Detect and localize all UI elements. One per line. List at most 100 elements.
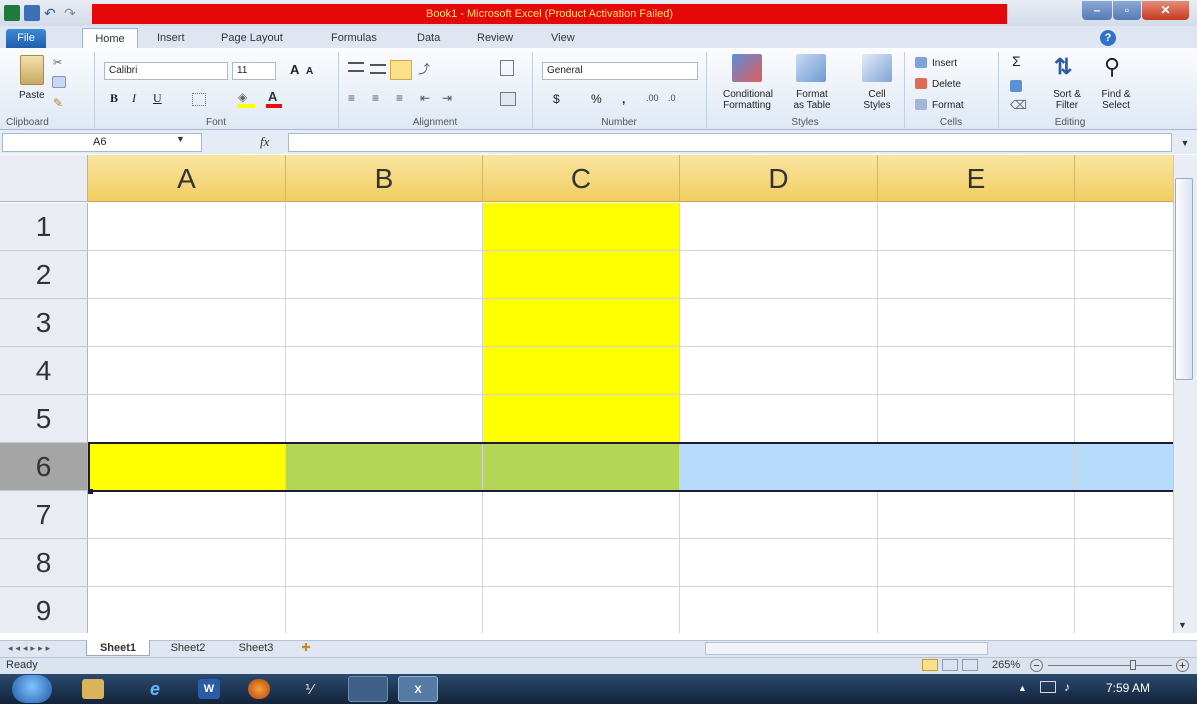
tab-home[interactable]: Home (82, 28, 138, 48)
paste-button-label[interactable]: Paste (19, 90, 45, 101)
cell-a5[interactable] (88, 395, 286, 443)
network-icon[interactable] (1040, 681, 1056, 693)
cell-c3[interactable] (483, 299, 680, 347)
bold-button[interactable]: B (110, 92, 118, 104)
explorer-taskbar-icon[interactable] (82, 679, 104, 699)
cell-e4[interactable] (878, 347, 1075, 395)
volume-icon[interactable]: ♪ (1064, 680, 1070, 694)
cell-f8[interactable] (1075, 539, 1173, 587)
currency-button[interactable]: $ (553, 93, 560, 105)
wrap-text-icon[interactable] (500, 60, 514, 76)
row-header-5[interactable]: 5 (0, 395, 88, 443)
tab-view[interactable]: View (542, 28, 584, 48)
align-right-icon[interactable]: ≡ (396, 92, 403, 104)
formula-input[interactable] (288, 133, 1172, 152)
cell-f3[interactable] (1075, 299, 1173, 347)
cell-d9[interactable] (680, 587, 878, 633)
insert-worksheet-icon[interactable]: ✚ (294, 640, 318, 656)
format-cells-icon[interactable] (915, 99, 927, 110)
column-header-a[interactable]: A (88, 155, 286, 202)
cell-c9[interactable] (483, 587, 680, 633)
conditional-formatting-label-2[interactable]: Formatting (712, 100, 782, 111)
row-header-4[interactable]: 4 (0, 347, 88, 395)
cell-b7[interactable] (286, 491, 483, 539)
save-icon[interactable] (24, 5, 40, 21)
tab-file[interactable]: File (6, 29, 46, 48)
column-header-c[interactable]: C (483, 155, 680, 202)
conditional-formatting-label[interactable]: Conditional (718, 89, 778, 100)
cell-b9[interactable] (286, 587, 483, 633)
sort-filter-label-2[interactable]: Filter (1046, 100, 1088, 111)
format-button[interactable]: Format (932, 100, 964, 111)
paste-icon[interactable] (20, 55, 44, 85)
cell-b3[interactable] (286, 299, 483, 347)
firefox-taskbar-icon[interactable] (248, 679, 270, 699)
page-layout-view-icon[interactable] (942, 659, 958, 671)
row-header-8[interactable]: 8 (0, 539, 88, 587)
cell-e1[interactable] (878, 203, 1075, 251)
cell-e2[interactable] (878, 251, 1075, 299)
increase-decimal-icon[interactable]: .00 (646, 93, 659, 104)
cell-styles-label-2[interactable]: Styles (856, 100, 898, 111)
cell-c5[interactable] (483, 395, 680, 443)
cell-a7[interactable] (88, 491, 286, 539)
column-header-f[interactable]: F (1075, 155, 1173, 202)
underline-button[interactable]: U (153, 92, 162, 104)
cell-d2[interactable] (680, 251, 878, 299)
format-painter-icon[interactable]: ✎ (53, 97, 67, 109)
restore-button[interactable]: ▫ (1113, 1, 1141, 20)
cell-styles-label[interactable]: Cell (856, 89, 898, 100)
taskbar-clock[interactable]: 7:59 AM (1106, 681, 1150, 695)
cell-e8[interactable] (878, 539, 1075, 587)
column-header-e[interactable]: E (878, 155, 1075, 202)
cell-a8[interactable] (88, 539, 286, 587)
clear-icon[interactable]: ⌫ (1010, 99, 1027, 111)
cell-d1[interactable] (680, 203, 878, 251)
page-break-view-icon[interactable] (962, 659, 978, 671)
merge-center-icon[interactable] (500, 92, 516, 106)
cell-a9[interactable] (88, 587, 286, 633)
insert-cells-icon[interactable] (915, 57, 927, 68)
minimize-button[interactable]: – (1082, 1, 1112, 20)
insert-function-button[interactable]: fx (260, 134, 280, 150)
start-button[interactable] (12, 675, 52, 703)
cell-c7[interactable] (483, 491, 680, 539)
cell-a4[interactable] (88, 347, 286, 395)
cell-styles-icon[interactable] (862, 54, 892, 82)
cell-d4[interactable] (680, 347, 878, 395)
cell-b2[interactable] (286, 251, 483, 299)
sort-filter-label[interactable]: Sort & (1046, 89, 1088, 100)
borders-icon[interactable] (192, 93, 206, 106)
name-box[interactable]: A6 (2, 133, 202, 152)
internet-explorer-icon[interactable]: e (144, 679, 166, 699)
delete-cells-icon[interactable] (915, 78, 927, 89)
cell-c2[interactable] (483, 251, 680, 299)
grow-font-icon[interactable]: A (290, 63, 299, 76)
word-taskbar-icon[interactable]: W (198, 679, 220, 699)
sheet-tab-sheet3[interactable]: Sheet3 (226, 640, 286, 656)
app-taskbar-icon[interactable]: ⅟ (298, 679, 320, 699)
find-select-label[interactable]: Find & (1094, 89, 1138, 100)
decrease-indent-icon[interactable]: ⇤ (420, 92, 430, 104)
cell-f2[interactable] (1075, 251, 1173, 299)
cell-f1[interactable] (1075, 203, 1173, 251)
format-as-table-icon[interactable] (796, 54, 826, 82)
undo-icon[interactable]: ↶ (44, 5, 60, 21)
cell-d8[interactable] (680, 539, 878, 587)
row-header-7[interactable]: 7 (0, 491, 88, 539)
cell-c8[interactable] (483, 539, 680, 587)
column-header-d[interactable]: D (680, 155, 878, 202)
align-middle-icon[interactable] (370, 64, 386, 74)
row-header-3[interactable]: 3 (0, 299, 88, 347)
orientation-icon[interactable]: ⤴ (418, 63, 430, 75)
row-header-1[interactable]: 1 (0, 203, 88, 251)
zoom-level[interactable]: 265% (992, 659, 1020, 671)
fill-handle[interactable] (88, 489, 93, 494)
align-bottom-icon[interactable] (390, 60, 412, 80)
tab-insert[interactable]: Insert (148, 28, 194, 48)
cell-c4[interactable] (483, 347, 680, 395)
decrease-decimal-icon[interactable]: .0 (668, 93, 676, 104)
copy-icon[interactable] (52, 76, 66, 88)
cell-f9[interactable] (1075, 587, 1173, 633)
zoom-in-button[interactable]: + (1176, 659, 1189, 672)
